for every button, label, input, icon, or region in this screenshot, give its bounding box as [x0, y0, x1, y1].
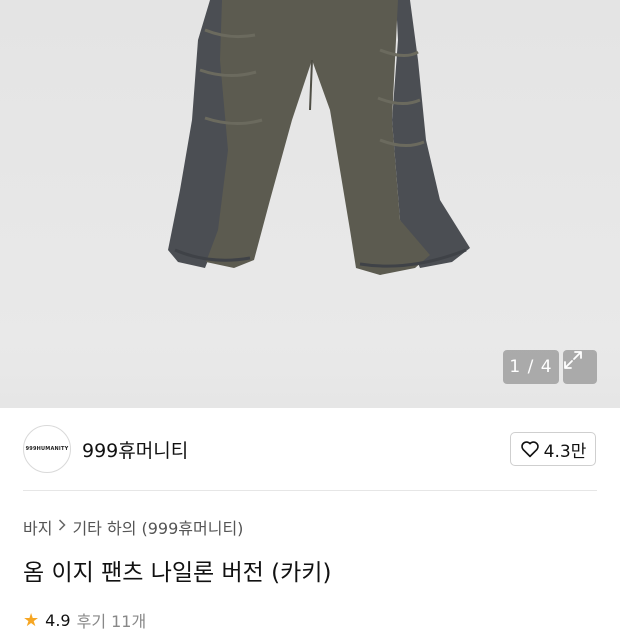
review-count: 후기 11개: [76, 612, 147, 631]
brand-name[interactable]: 999휴머니티: [82, 436, 188, 463]
product-image-gallery[interactable]: 1 / 4: [0, 0, 620, 408]
breadcrumb-item-subcategory[interactable]: 기타 하의 (999휴머니티): [72, 515, 243, 539]
like-button[interactable]: 4.3만: [510, 432, 596, 466]
divider: [23, 490, 597, 491]
breadcrumb: 바지 기타 하의 (999휴머니티): [23, 515, 243, 539]
heart-icon: [520, 441, 539, 458]
rating-row[interactable]: ★ 4.9 후기 11개: [23, 608, 146, 632]
like-count: 4.3만: [543, 441, 587, 462]
expand-button[interactable]: [563, 350, 597, 384]
rating-score: 4.9: [45, 610, 71, 630]
brand-logo[interactable]: 999HUMANITY: [23, 425, 71, 473]
star-icon: ★: [23, 609, 40, 631]
product-image: [168, 0, 470, 275]
brand-logo-text: 999HUMANITY: [25, 446, 69, 452]
brand-row: 999HUMANITY 999휴머니티 4.3만: [0, 408, 620, 490]
chevron-right-icon: [58, 519, 67, 535]
expand-icon: [564, 351, 582, 369]
product-title: 옴 이지 팬츠 나일론 버전 (카키): [23, 560, 332, 586]
breadcrumb-item-category[interactable]: 바지: [23, 515, 52, 539]
image-counter: 1 / 4: [503, 350, 559, 384]
